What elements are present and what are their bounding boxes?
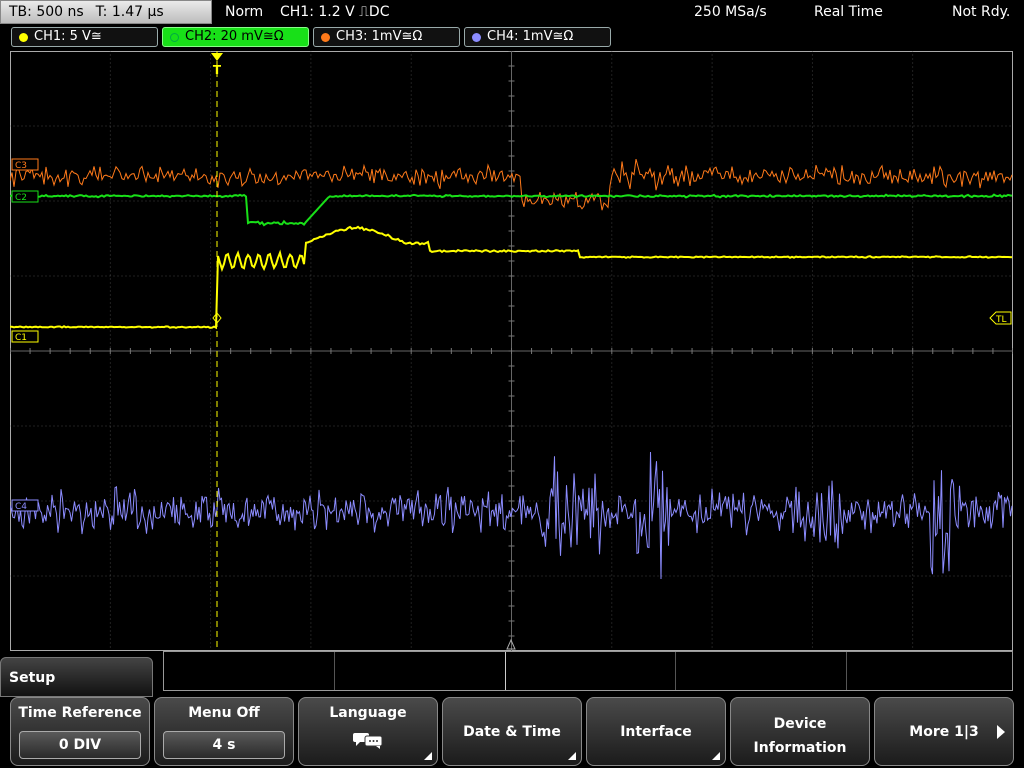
channel-tab-ch3[interactable]: CH3: 1mV≅Ω	[313, 27, 460, 47]
channel-color-dot	[170, 33, 179, 42]
softkey-label-line1: Device	[773, 716, 827, 732]
menu-off-value: 4 s	[163, 731, 285, 759]
acquisition-state: Not Rdy.	[952, 4, 1011, 20]
interface-softkey[interactable]: Interface	[586, 697, 726, 766]
trigger-position-label: T	[213, 63, 222, 77]
timebase-box[interactable]: TB: 500 ns T: 1.47 µs	[0, 0, 212, 24]
submenu-indicator-icon	[712, 752, 720, 760]
time-reference-softkey[interactable]: Time Reference 0 DIV	[10, 697, 150, 766]
ch3-marker-label: C3	[15, 161, 27, 171]
timebase-value: TB: 500 ns	[9, 4, 84, 20]
overview-divider	[675, 652, 676, 690]
softkey-label: More 1|3	[909, 724, 979, 740]
submenu-indicator-icon	[424, 752, 432, 760]
overview-divider	[505, 652, 506, 690]
ch2-marker-label: C2	[15, 193, 27, 203]
channel-tab-label: CH4: 1mV≅Ω	[487, 29, 574, 44]
trigger-level-label: TL	[995, 315, 1007, 325]
setup-menu-title: Setup	[0, 657, 153, 697]
channel-color-dot	[321, 33, 330, 42]
softkey-label: Time Reference	[18, 705, 142, 721]
ch1-marker-label: C1	[15, 333, 27, 343]
setup-title: Setup	[9, 670, 56, 686]
language-softkey[interactable]: Language	[298, 697, 438, 766]
channel-tab-label: CH2: 20 mV≅Ω	[185, 29, 284, 44]
overview-divider	[334, 652, 335, 690]
channel-tab-label: CH3: 1mV≅Ω	[336, 29, 423, 44]
softkey-label: Interface	[620, 724, 692, 740]
softkey-label: Device Information	[731, 712, 869, 760]
next-page-arrow-icon	[997, 725, 1005, 739]
status-bar: TB: 500 ns T: 1.47 µs Norm CH1: 1.2 V ⎍DC…	[0, 0, 1024, 25]
more-softkey[interactable]: More 1|3	[874, 697, 1014, 766]
waveform-display[interactable]: T C3 C2 C1 C4 TL	[10, 51, 1013, 651]
ch4-reference-marker: C4	[11, 499, 39, 512]
trigger-mode: Norm	[225, 4, 264, 20]
ch4-marker-label: C4	[15, 502, 27, 512]
time-reference-value: 0 DIV	[19, 731, 141, 759]
submenu-indicator-icon	[568, 752, 576, 760]
menu-off-softkey[interactable]: Menu Off 4 s	[154, 697, 294, 766]
channel-tab-label: CH1: 5 V≅	[34, 29, 102, 44]
ch1-reference-marker: C1	[11, 330, 39, 343]
channel-tab-ch2[interactable]: CH2: 20 mV≅Ω	[162, 27, 309, 47]
ch3-reference-marker: C3	[11, 158, 39, 171]
sample-rate: 250 MSa/s	[694, 4, 767, 20]
device-information-softkey[interactable]: Device Information	[730, 697, 870, 766]
channel-color-dot	[472, 33, 481, 42]
softkey-label: Language	[329, 705, 407, 721]
softkey-label-line2: Information	[753, 740, 847, 756]
overview-divider	[846, 652, 847, 690]
softkey-label: Date & Time	[463, 724, 561, 740]
channel-tab-ch4[interactable]: CH4: 1mV≅Ω	[464, 27, 611, 47]
softkey-label: Menu Off	[188, 705, 260, 721]
trigger-time-value: T: 1.47 µs	[95, 4, 164, 20]
trigger-setting: CH1: 1.2 V ⎍DC	[280, 4, 390, 20]
date-time-softkey[interactable]: Date & Time	[442, 697, 582, 766]
ch2-reference-marker: C2	[11, 190, 39, 203]
acquisition-mode: Real Time	[814, 4, 883, 20]
speech-bubbles-icon	[352, 730, 384, 755]
channel-tab-ch1[interactable]: CH1: 5 V≅	[11, 27, 158, 47]
channel-color-dot	[19, 33, 28, 42]
zoom-overview-strip	[163, 651, 1013, 691]
